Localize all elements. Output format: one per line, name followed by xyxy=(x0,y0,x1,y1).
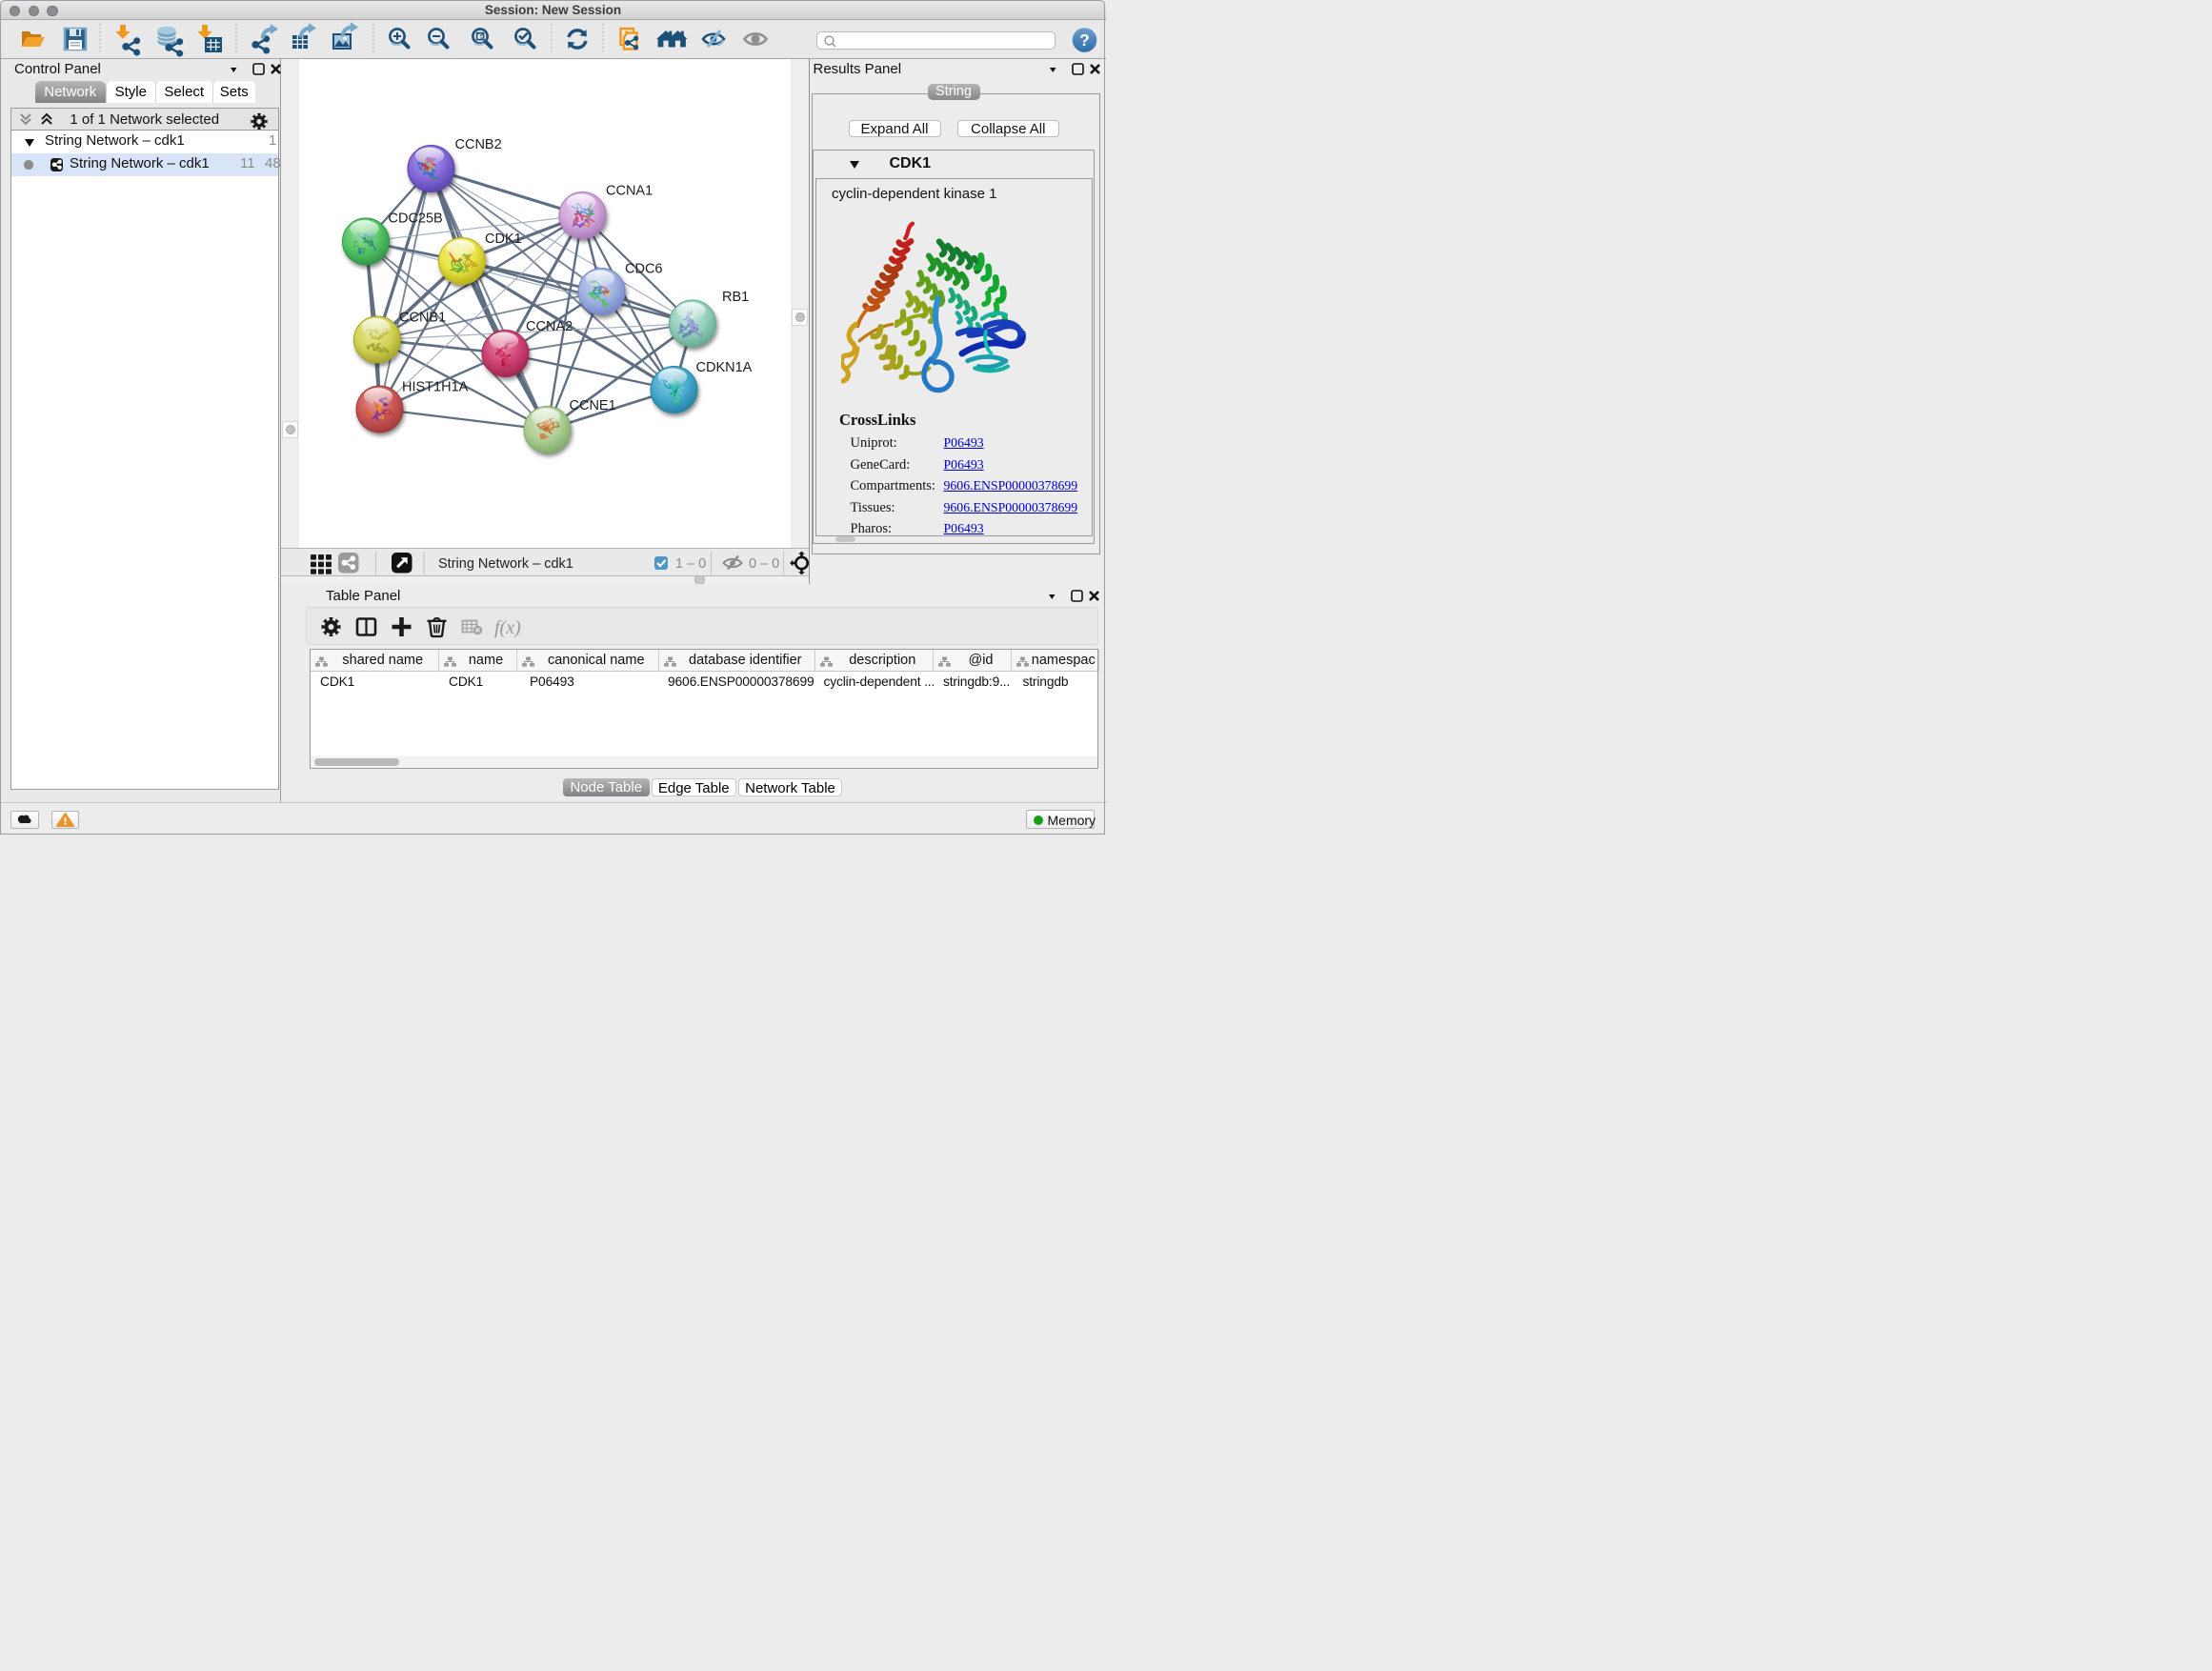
svg-text:CDK1: CDK1 xyxy=(485,232,522,247)
svg-text:?: ? xyxy=(1079,30,1090,50)
svg-text:String Network – cdk1: String Network – cdk1 xyxy=(438,556,573,572)
svg-text:1 – 0: 1 – 0 xyxy=(675,556,706,572)
svg-text:CDC6: CDC6 xyxy=(625,261,662,276)
svg-text:CDKN1A: CDKN1A xyxy=(696,360,753,375)
svg-text:CCNA2: CCNA2 xyxy=(526,319,573,334)
svg-text:0 – 0: 0 – 0 xyxy=(749,556,779,572)
svg-text:CCNA1: CCNA1 xyxy=(606,183,653,198)
svg-text:CCNE1: CCNE1 xyxy=(570,398,616,413)
svg-text:RB1: RB1 xyxy=(722,290,749,305)
svg-text:f(x): f(x) xyxy=(494,617,521,638)
svg-text:CDC25B: CDC25B xyxy=(389,211,443,226)
svg-text:HIST1H1A: HIST1H1A xyxy=(402,379,469,394)
svg-text:CCNB2: CCNB2 xyxy=(455,137,502,152)
svg-text:CCNB1: CCNB1 xyxy=(399,310,446,325)
